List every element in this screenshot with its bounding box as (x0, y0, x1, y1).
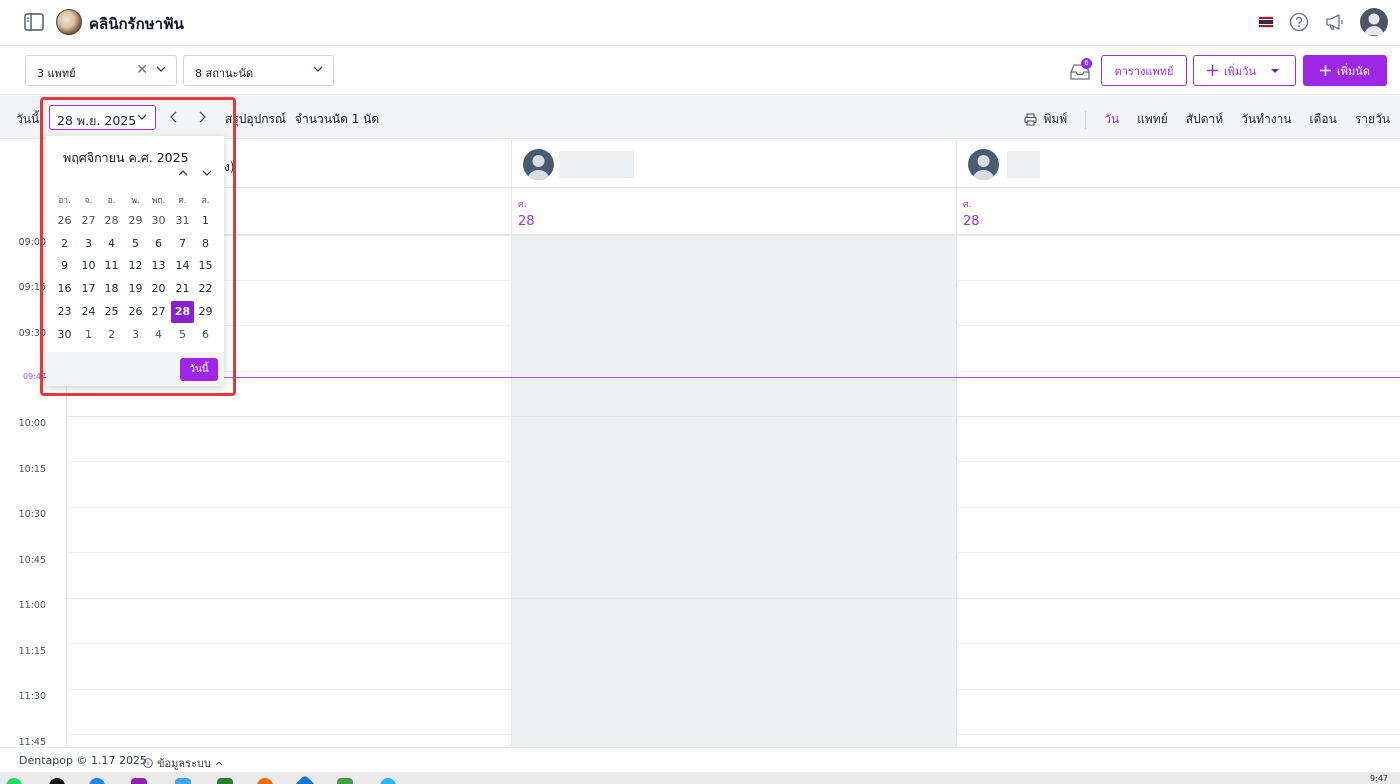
help-icon[interactable] (1288, 11, 1310, 33)
doctor-avatar (523, 149, 554, 180)
app-icon[interactable] (257, 778, 273, 784)
grid-line (66, 416, 1400, 417)
grid-line (66, 280, 1400, 281)
app-icon[interactable] (337, 778, 353, 784)
app-icon[interactable] (217, 778, 233, 784)
day-header-3: ศ. 28 (956, 188, 1400, 235)
doctor-name-redacted (1007, 151, 1040, 178)
time-label: 11:15 (18, 646, 46, 657)
status-select-value: 8 สถานะนัด (195, 67, 254, 80)
doctor-slot-column-2[interactable] (511, 235, 956, 747)
view-switcher: พิมพ์ วัน แพทย์ สัปดาห์ วันทำงาน เดือน ร… (1024, 110, 1390, 129)
view-agenda[interactable]: รายวัน (1355, 110, 1390, 129)
doctor-column-header-3 (956, 140, 1400, 188)
filter-bar: 3 แพทย์ ✕ 8 สถานะนัด 6 ตารางแพทย์ เพิ่มว… (0, 47, 1400, 95)
grid-line (66, 552, 1400, 553)
doctor-name-redacted (559, 151, 634, 178)
doctor-column-header-2 (511, 140, 956, 188)
top-bar: คลินิกรักษาฟัน (0, 0, 1400, 46)
clinic-logo (56, 9, 82, 35)
app-icon[interactable] (380, 778, 396, 784)
inbox-badge: 6 (1081, 58, 1092, 69)
caret-down-icon[interactable] (1268, 67, 1282, 75)
grid-line (66, 235, 1400, 236)
plus-icon (1207, 65, 1219, 76)
current-time-line (40, 377, 1400, 378)
app-icon[interactable] (49, 778, 65, 784)
grid-line (66, 643, 1400, 644)
app-footer: Dentapop © 1.17 2025 ข้อมูลระบบ (0, 747, 1400, 772)
add-appointment-label: เพิ่มนัด (1337, 64, 1370, 78)
add-appointment-button[interactable]: เพิ่มนัด (1303, 55, 1387, 86)
time-label: 10:00 (18, 418, 46, 429)
chevron-down-icon (313, 66, 323, 72)
appointment-count: จำนวนนัด 1 นัด (295, 112, 380, 126)
doctor-select-value: 3 แพทย์ (37, 67, 76, 80)
app-icon[interactable] (131, 778, 147, 784)
app-icon[interactable] (175, 778, 191, 784)
print-label: พิมพ์ (1043, 112, 1068, 126)
grid-line (66, 734, 1400, 735)
user-avatar[interactable] (1360, 8, 1388, 36)
day-header-2: ศ. 28 (511, 188, 956, 235)
day-number[interactable]: 28 (518, 214, 535, 229)
grid-line (66, 689, 1400, 690)
time-label: 10:30 (18, 509, 46, 520)
announcement-icon[interactable] (1324, 11, 1346, 33)
add-day-label: เพิ่มวัน (1224, 64, 1256, 78)
doctor-schedule-button[interactable]: ตารางแพทย์ (1101, 55, 1187, 86)
view-month[interactable]: เดือน (1310, 110, 1337, 129)
thai-flag-icon[interactable] (1258, 16, 1274, 28)
clock-time: 9:47 (1370, 774, 1388, 783)
doctor-slot-column-3[interactable] (956, 235, 1400, 747)
clear-icon[interactable]: ✕ (136, 63, 148, 77)
highlight-outline (40, 97, 236, 396)
doctor-schedule-label: ตารางแพทย์ (1114, 64, 1174, 78)
grid-line (66, 598, 1400, 599)
view-week[interactable]: สัปดาห์ (1186, 110, 1223, 129)
view-day[interactable]: วัน (1104, 110, 1119, 129)
whatsapp-icon[interactable] (6, 778, 22, 784)
plus-icon (1320, 65, 1332, 76)
time-label: 10:45 (18, 555, 46, 566)
app-icon[interactable] (293, 774, 317, 784)
time-label: 11:45 (18, 737, 46, 747)
view-doctor[interactable]: แพทย์ (1137, 110, 1168, 129)
grid-line (66, 461, 1400, 462)
copyright-text: Dentapop © 1.17 2025 (19, 754, 147, 767)
time-label: 11:30 (18, 691, 46, 702)
day-of-week: ศ. (963, 200, 972, 210)
day-number[interactable]: 28 (963, 214, 980, 229)
time-label: 11:00 (18, 600, 46, 611)
view-separator (1085, 110, 1087, 129)
printer-icon (1024, 113, 1038, 126)
system-info-label: ข้อมูลระบบ (157, 757, 211, 770)
chevron-up-icon (215, 761, 223, 766)
doctor-avatar (968, 149, 999, 180)
browser-icon[interactable] (89, 778, 105, 784)
time-label: 10:15 (18, 464, 46, 475)
today-link[interactable]: วันนี้ (16, 110, 39, 129)
grid-line (66, 371, 1400, 372)
grid-line (66, 507, 1400, 508)
day-of-week: ศ. (518, 200, 527, 210)
sidebar-toggle-icon[interactable] (24, 13, 44, 31)
clinic-name: คลินิกรักษาฟัน (89, 15, 184, 33)
doctor-select[interactable]: 3 แพทย์ ✕ (25, 55, 177, 86)
add-day-button[interactable]: เพิ่มวัน (1193, 55, 1296, 86)
status-select[interactable]: 8 สถานะนัด (183, 55, 334, 86)
chevron-down-icon (156, 66, 166, 72)
grid-line (66, 325, 1400, 326)
system-info-link[interactable]: ข้อมูลระบบ (143, 754, 223, 772)
print-button[interactable]: พิมพ์ (1024, 110, 1067, 129)
view-workweek[interactable]: วันทำงาน (1241, 110, 1291, 129)
info-icon (143, 758, 153, 768)
os-taskbar: 9:47 (0, 772, 1400, 784)
